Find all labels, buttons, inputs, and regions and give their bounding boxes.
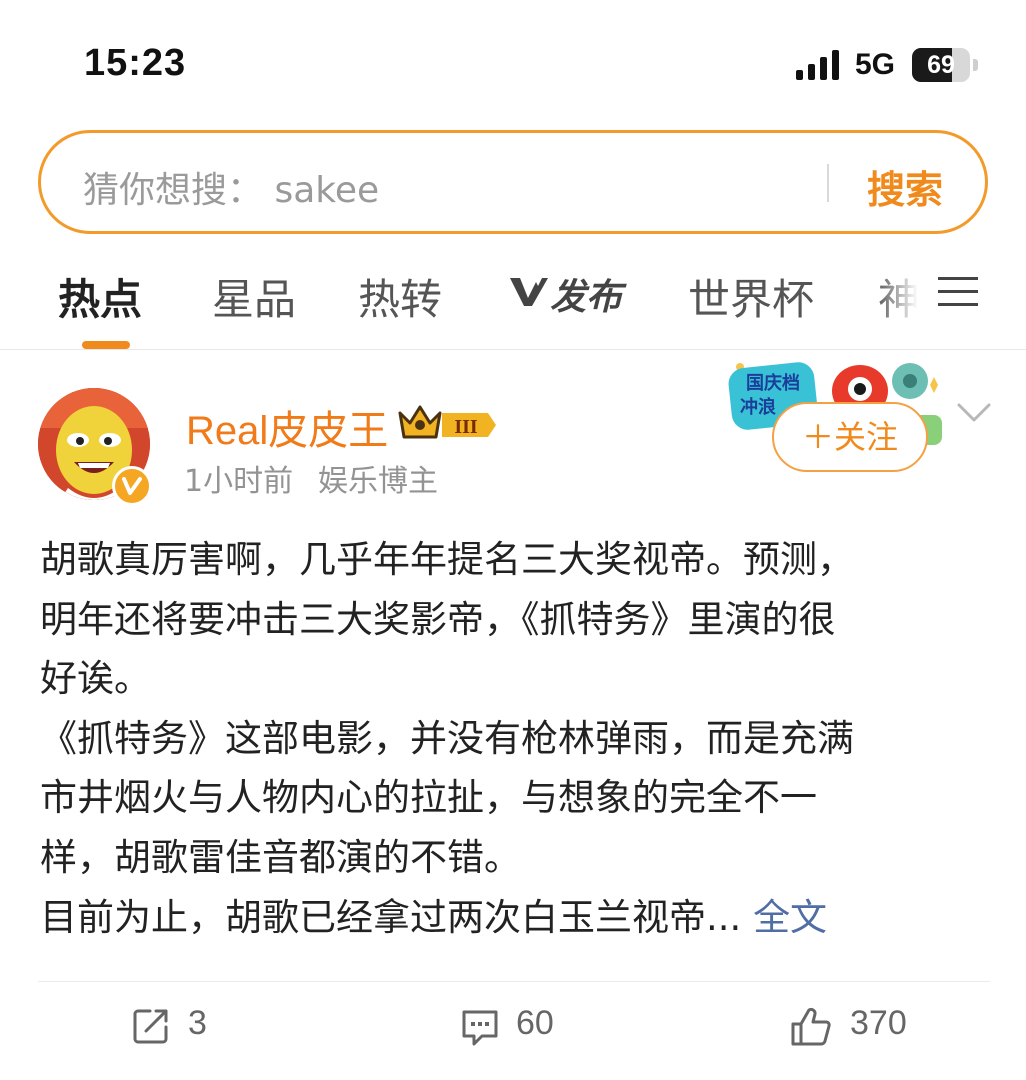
member-crown-icon[interactable]: III — [398, 401, 498, 441]
status-bar: 15:23 5G 69 — [0, 0, 1026, 120]
verified-badge — [112, 466, 152, 506]
search-divider — [827, 164, 829, 202]
repost-icon — [133, 1009, 168, 1044]
post-body-line: 胡歌真厉害啊，几乎年年提名三大奖视帝。预测， — [40, 538, 854, 581]
action-divider — [38, 981, 990, 982]
tab-fade — [876, 242, 936, 342]
post-body-line: 目前为止，胡歌已经拿过两次白玉兰视帝... — [40, 895, 742, 939]
author-name[interactable]: Real皮皮王 — [186, 398, 388, 456]
comment-icon — [462, 1010, 498, 1046]
tab-publish-label: 发布 — [550, 277, 623, 318]
follow-button[interactable]: ＋关注 — [772, 402, 928, 472]
level-badge-text: III — [454, 416, 478, 438]
tab-active-indicator — [82, 341, 130, 349]
network-label: 5G — [855, 48, 896, 81]
status-time: 15:23 — [84, 42, 187, 84]
comment-button[interactable]: 60 — [460, 1004, 570, 1047]
battery-level: 69 — [927, 51, 955, 79]
repost-count: 3 — [188, 1004, 207, 1042]
search-bar[interactable]: 猜你想搜： sakee 搜索 — [38, 130, 988, 234]
promo-text-line2: 冲浪 — [740, 396, 776, 418]
tab-star-products[interactable]: 星品 — [212, 266, 296, 327]
verified-v-icon — [122, 477, 142, 495]
post-body: 胡歌真厉害啊，几乎年年提名三大奖视帝。预测， 明年还将要冲击三大奖影帝，《抓特务… — [40, 530, 970, 947]
search-input[interactable]: 猜你想搜： sakee — [83, 161, 379, 213]
battery-icon: 69 — [912, 48, 978, 82]
thumbs-up-icon — [791, 1007, 831, 1046]
read-more-link[interactable]: 全文 — [753, 896, 827, 939]
post-body-line: 《抓特务》这部电影，并没有枪林弹雨，而是充满 — [40, 716, 854, 760]
post-body-line: 市井烟火与人物内心的拉扯，与想象的完全不一 — [40, 776, 817, 820]
crown-level-badge-icon: III — [398, 405, 496, 439]
chevron-down-icon[interactable] — [956, 400, 992, 426]
post-body-line: 样，胡歌雷佳音都演的不错。 — [40, 835, 521, 879]
post-body-line: 好诶。 — [40, 657, 151, 701]
repost-button[interactable]: 3 — [132, 1004, 222, 1047]
comment-count: 60 — [516, 1004, 554, 1042]
like-button[interactable]: 370 — [790, 1004, 920, 1047]
promo-text-line1: 国庆档 — [746, 372, 800, 394]
post-time: 1小时前 — [184, 464, 294, 499]
post-source: 娱乐博主 — [318, 464, 438, 499]
search-button[interactable]: 搜索 — [867, 159, 943, 214]
tab-hot[interactable]: 热点 — [58, 266, 142, 327]
tab-world-cup[interactable]: 世界杯 — [688, 266, 814, 327]
post-body-last-line: 目前为止，胡歌已经拿过两次白玉兰视帝... 全文 — [40, 888, 970, 948]
menu-icon[interactable] — [938, 275, 978, 309]
post-body-line: 明年还将要冲击三大奖影帝，《抓特务》里演的很 — [40, 597, 836, 641]
tab-bar: 热点 星品 热转 发布 世界杯 神 — [0, 242, 1026, 350]
v-logo-icon — [510, 278, 548, 306]
tab-hot-repost[interactable]: 热转 — [358, 266, 442, 327]
like-count: 370 — [850, 1004, 907, 1042]
signal-icon — [796, 50, 839, 80]
